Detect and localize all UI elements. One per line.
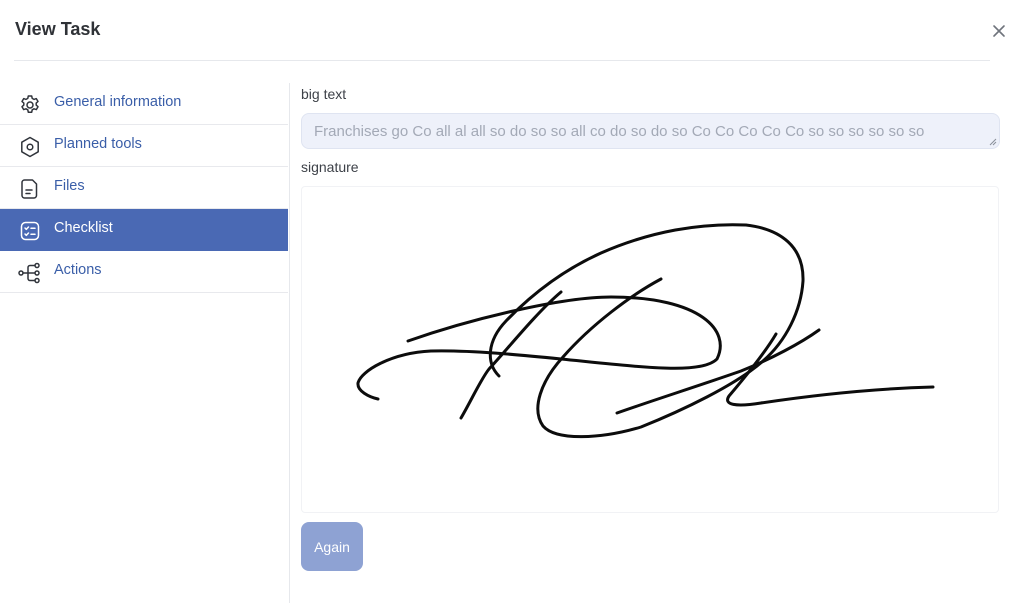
file-icon xyxy=(17,176,43,202)
sidebar-item-label: Checklist xyxy=(54,220,113,236)
sidebar-item-checklist[interactable]: Checklist xyxy=(0,209,288,251)
signature-label: signature xyxy=(301,159,359,175)
sidebar-item-label: Files xyxy=(54,178,85,194)
big-text-label: big text xyxy=(301,86,347,102)
sidebar-item-actions[interactable]: Actions xyxy=(0,251,288,293)
sidebar: General information Planned tools Files … xyxy=(0,83,288,293)
close-icon xyxy=(993,25,1005,37)
checklist-icon xyxy=(17,218,43,244)
big-text-value: Franchises go Co all al all so do so so … xyxy=(314,122,925,140)
dialog-title: View Task xyxy=(15,19,101,39)
hexagon-nut-icon xyxy=(17,134,43,160)
gear-icon xyxy=(17,92,43,118)
header-divider xyxy=(14,60,990,61)
sidebar-item-label: General information xyxy=(54,94,182,110)
sidebar-item-label: Actions xyxy=(54,262,102,278)
resize-handle-icon[interactable] xyxy=(989,138,997,146)
sidebar-item-files[interactable]: Files xyxy=(0,167,288,209)
big-text-field[interactable]: Franchises go Co all al all so do so so … xyxy=(301,113,1000,149)
sidebar-item-general-information[interactable]: General information xyxy=(0,83,288,125)
again-button[interactable]: Again xyxy=(301,522,363,571)
signature-pad[interactable] xyxy=(301,186,999,513)
flow-branch-icon xyxy=(17,260,43,286)
signature-drawing xyxy=(356,223,935,439)
sidebar-item-label: Planned tools xyxy=(54,136,142,152)
sidebar-item-planned-tools[interactable]: Planned tools xyxy=(0,125,288,167)
close-button[interactable] xyxy=(988,20,1010,42)
content-divider xyxy=(289,83,290,603)
dialog-header: View Task xyxy=(0,0,1024,61)
